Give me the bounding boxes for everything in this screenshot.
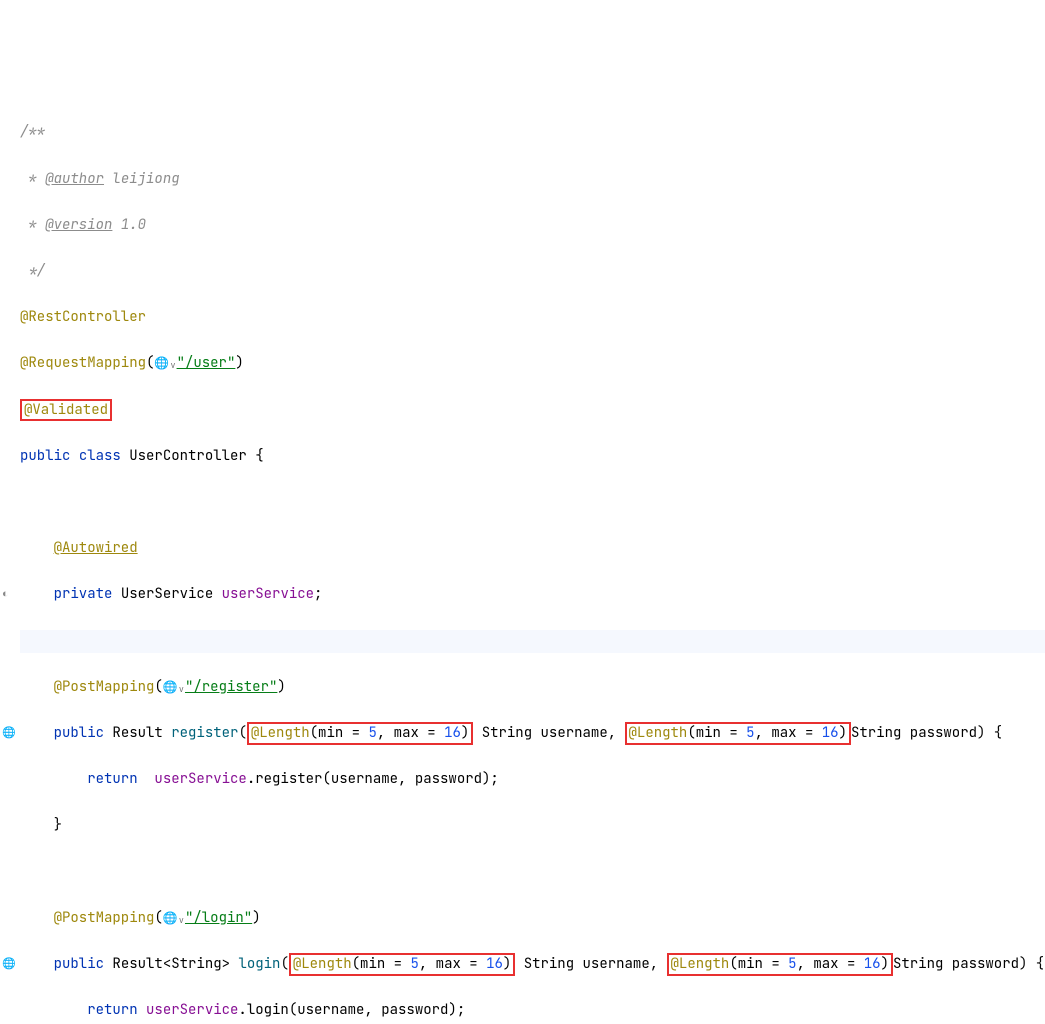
- code-line: 🌐 public Result<String> login(@Length(mi…: [20, 953, 1045, 976]
- comment-text: */: [20, 262, 45, 280]
- code-line: @PostMapping(🌐ᵥ"/register"): [20, 676, 1045, 699]
- keyword: return: [87, 770, 137, 788]
- annotation: @Length: [671, 955, 730, 973]
- code-line: @RestController: [20, 306, 1045, 329]
- field-name: userService: [222, 585, 314, 603]
- highlight-box: @Length(min = 5, max = 16): [625, 722, 851, 745]
- annotation: @Length: [293, 955, 352, 973]
- highlight-box: @Length(min = 5, max = 16): [667, 953, 893, 976]
- url-gutter-icon[interactable]: 🌐: [2, 955, 16, 973]
- method-call: .register(username, password);: [247, 770, 499, 788]
- highlight-box: @Length(min = 5, max = 16): [247, 722, 473, 745]
- keyword: public: [54, 955, 104, 973]
- string-literal: "/login": [185, 909, 252, 927]
- javadoc-tag: @author: [45, 170, 104, 188]
- version-val: 1.0: [121, 216, 146, 234]
- annotation: @Autowired: [54, 539, 138, 557]
- author-name: leijiong: [112, 170, 179, 188]
- type-name: UserService: [121, 585, 213, 603]
- keyword: public: [20, 447, 70, 465]
- class-name: UserController: [129, 447, 247, 465]
- keyword: private: [54, 585, 113, 603]
- string-literal: "/user": [177, 354, 236, 372]
- code-line: */: [20, 260, 1045, 283]
- code-line: return userService.login(username, passw…: [20, 999, 1045, 1022]
- highlight-box: @Validated: [20, 399, 112, 422]
- comment-text: /**: [20, 123, 45, 141]
- code-line: /**: [20, 121, 1045, 144]
- code-line: }: [20, 814, 1045, 837]
- code-editor: /** * @author leijiong * @version 1.0 */…: [20, 98, 1045, 1024]
- string-literal: "/register": [185, 678, 277, 696]
- keyword: class: [79, 447, 121, 465]
- code-line: @PostMapping(🌐ᵥ"/login"): [20, 907, 1045, 930]
- globe-icon: 🌐ᵥ: [163, 910, 185, 926]
- annotation: @Length: [251, 724, 310, 742]
- code-line: * @version 1.0: [20, 214, 1045, 237]
- code-line: @Autowired: [20, 537, 1045, 560]
- type-name: Result: [112, 724, 162, 742]
- code-line: @Validated: [20, 399, 1045, 422]
- keyword: return: [87, 1001, 137, 1019]
- code-line: ◐ private UserService userService;: [20, 583, 1045, 606]
- javadoc-tag: @version: [45, 216, 112, 234]
- code-line: [20, 491, 1045, 514]
- annotation: @RestController: [20, 308, 146, 326]
- globe-icon: 🌐ᵥ: [163, 679, 185, 695]
- method-call: .login(username, password);: [238, 1001, 465, 1019]
- keyword: public: [54, 724, 104, 742]
- annotation: @PostMapping: [54, 909, 155, 927]
- bean-gutter-icon[interactable]: ◐: [2, 585, 9, 603]
- code-line: public class UserController {: [20, 445, 1045, 468]
- annotation: @Length: [629, 724, 688, 742]
- annotation: @PostMapping: [54, 678, 155, 696]
- annotation: @Validated: [24, 401, 108, 419]
- globe-icon: 🌐ᵥ: [154, 355, 176, 371]
- code-line: * @author leijiong: [20, 168, 1045, 191]
- url-gutter-icon[interactable]: 🌐: [2, 724, 16, 742]
- code-line: [20, 860, 1045, 883]
- method-name: register: [171, 724, 238, 742]
- code-line: @RequestMapping(🌐ᵥ"/user"): [20, 352, 1045, 375]
- code-line-current: [20, 630, 1045, 653]
- code-line: return userService.register(username, pa…: [20, 768, 1045, 791]
- field-ref: userService: [154, 770, 246, 788]
- method-name: login: [238, 955, 280, 973]
- annotation: @RequestMapping: [20, 354, 146, 372]
- highlight-box: @Length(min = 5, max = 16): [289, 953, 515, 976]
- field-ref: userService: [146, 1001, 238, 1019]
- type-name: Result<String>: [112, 955, 230, 973]
- code-line: 🌐 public Result register(@Length(min = 5…: [20, 722, 1045, 745]
